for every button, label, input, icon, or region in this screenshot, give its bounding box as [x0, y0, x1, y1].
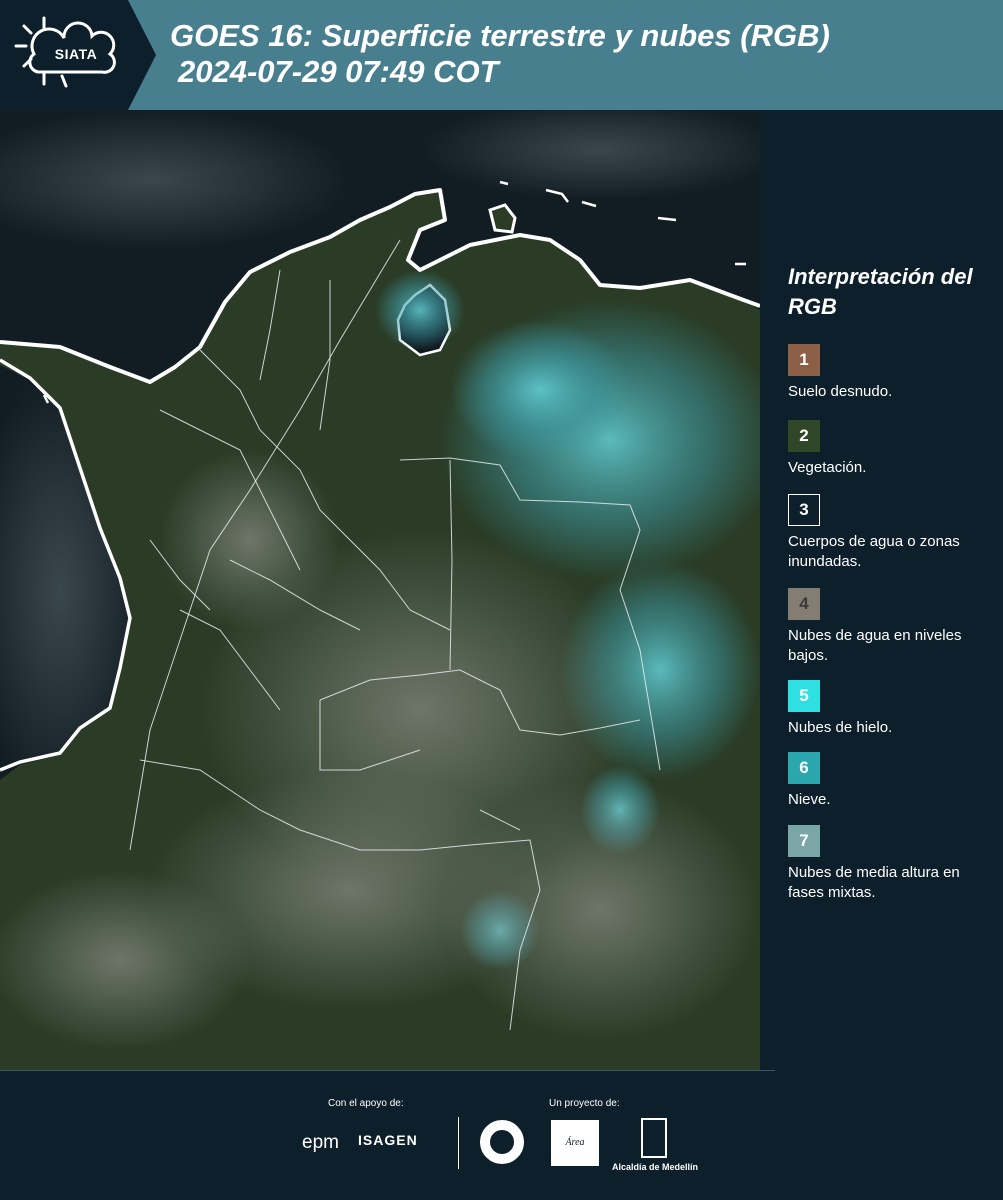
page-timestamp: 2024-07-29 07:49 COT: [178, 54, 499, 89]
legend-swatch: 1: [788, 344, 820, 376]
legend-item-7: 7 Nubes de media altura en fases mixtas.: [788, 825, 998, 903]
satellite-map[interactable]: [0, 110, 760, 1070]
alcaldia-shield-icon: [641, 1118, 667, 1158]
legend-label: Nubes de media altura en fases mixtas.: [788, 864, 960, 901]
legend-label: Nieve.: [788, 791, 831, 808]
legend-item-5: 5 Nubes de hielo.: [788, 680, 998, 738]
project-label: Un proyecto de:: [549, 1098, 620, 1109]
legend-item-1: 1 Suelo desnudo.: [788, 344, 998, 402]
alcaldia-logo-text: Alcaldía de Medellín: [612, 1162, 699, 1172]
legend-panel: Interpretación del RGB 1 Suelo desnudo. 2 V…: [760, 110, 1003, 1070]
legend-item-6: 6 Nieve.: [788, 752, 998, 810]
footer-divider-line: [0, 1070, 775, 1071]
legend-item-3: 3 Cuerpos de agua o zonas inundadas.: [788, 494, 998, 572]
medellin-seal-logo: [478, 1118, 526, 1166]
header-arrow: [128, 0, 156, 110]
footer-vertical-divider: [458, 1117, 459, 1169]
siata-logo-text: SIATA: [54, 46, 98, 62]
area-metropolitana-logo: Área: [551, 1120, 599, 1166]
legend-label: Nubes de agua en niveles bajos.: [788, 627, 962, 664]
legend-swatch: 5: [788, 680, 820, 712]
legend-label: Suelo desnudo.: [788, 383, 893, 400]
legend-label: Cuerpos de agua o zonas inundadas.: [788, 533, 960, 570]
legend-label: Vegetación.: [788, 459, 867, 476]
page-title: GOES 16: Superficie terrestre y nubes (R…: [170, 18, 830, 53]
legend-swatch: 2: [788, 420, 820, 452]
support-label: Con el apoyo de:: [328, 1098, 404, 1109]
satellite-image: [0, 110, 760, 1070]
legend-title: Interpretación del RGB: [788, 264, 973, 319]
footer: Con el apoyo de: Un proyecto de: epm ISA…: [0, 1070, 1003, 1200]
legend-swatch: 6: [788, 752, 820, 784]
legend-swatch: 3: [788, 494, 820, 526]
legend-item-2: 2 Vegetación.: [788, 420, 998, 478]
legend-swatch: 7: [788, 825, 820, 857]
isagen-logo: ISAGEN: [358, 1132, 418, 1148]
epm-logo: epm: [302, 1132, 339, 1153]
legend-item-4: 4 Nubes de agua en niveles bajos.: [788, 588, 998, 666]
legend-swatch: 4: [788, 588, 820, 620]
legend-label: Nubes de hielo.: [788, 719, 893, 736]
logo-panel: SIATA: [0, 0, 128, 110]
header-bar: SIATA GOES 16: Superficie terrestre y nu…: [0, 0, 1003, 110]
